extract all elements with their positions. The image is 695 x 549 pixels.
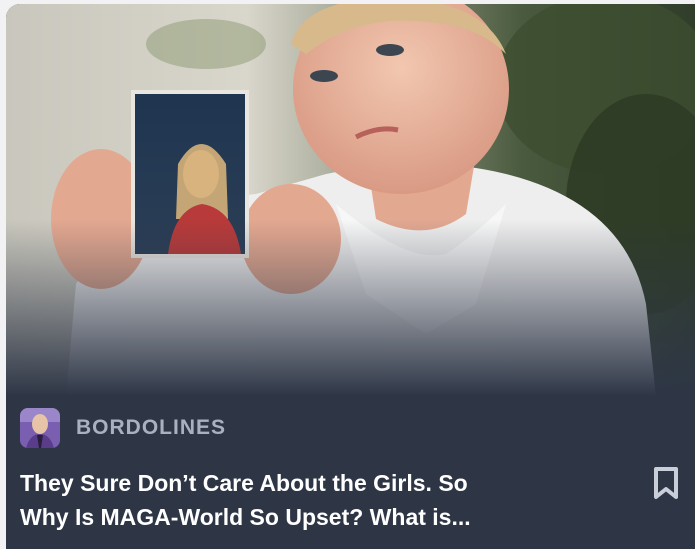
publication-avatar[interactable] (20, 408, 60, 448)
publication-name[interactable]: BORDOLINES (76, 416, 226, 440)
publication-row[interactable]: BORDOLINES (20, 408, 226, 448)
article-card[interactable]: BORDOLINES They Sure Don’t Care About th… (6, 4, 695, 549)
article-meta: BORDOLINES They Sure Don’t Care About th… (6, 396, 695, 549)
article-title[interactable]: They Sure Don’t Care About the Girls. So… (20, 466, 620, 534)
hero-image[interactable] (6, 4, 695, 396)
bookmark-icon[interactable] (653, 466, 679, 500)
